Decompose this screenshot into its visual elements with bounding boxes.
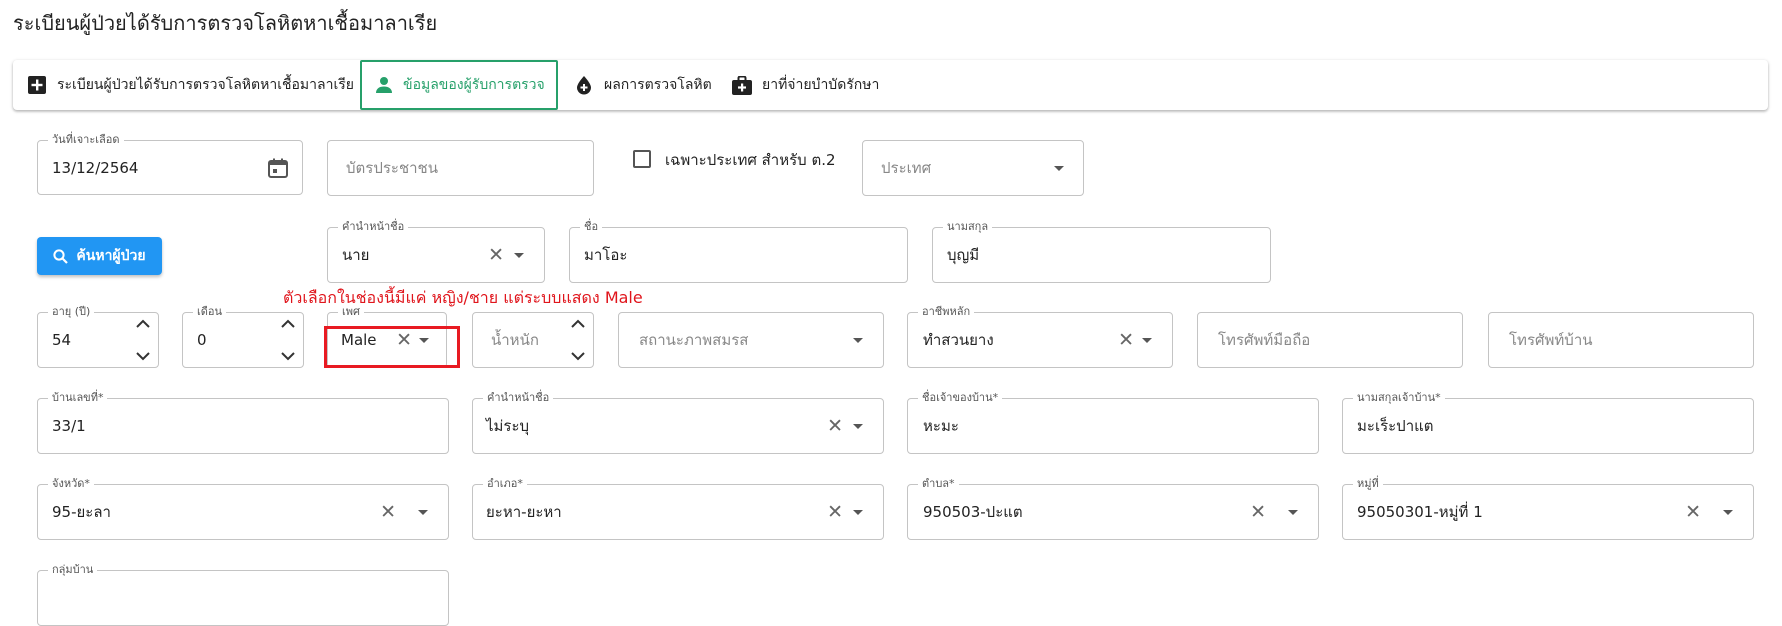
field-value: ทำสวนยาง	[923, 331, 994, 349]
field-value: 95-ยะลา	[52, 503, 111, 521]
chevron-down-icon	[281, 352, 295, 361]
field-value: นาย	[342, 246, 370, 264]
chevron-down-icon	[418, 510, 428, 515]
field-placeholder: ประเทศ	[881, 159, 932, 177]
plus-box-icon	[27, 75, 47, 95]
age-months-stepper[interactable]: เดือน 0	[182, 305, 304, 368]
village-select[interactable]: หมู่ที่ 95050301-หมู่ที่ 1 ✕	[1342, 477, 1754, 540]
chevron-down-icon	[853, 424, 863, 429]
clear-icon[interactable]: ✕	[488, 244, 504, 266]
country-select[interactable]: ประเทศ	[862, 140, 1084, 196]
field-placeholder: สถานะภาพสมรส	[639, 331, 749, 349]
tab-label: ระเบียนผู้ป่วยได้รับการตรวจโลหิตหาเชื้อม…	[57, 77, 354, 93]
tab-patient-info[interactable]: ข้อมูลของผู้รับการตรวจ	[360, 60, 558, 110]
district-select[interactable]: อำเภอ* ยะหา-ยะหา ✕	[472, 477, 884, 540]
blood-drop-icon	[574, 75, 594, 95]
field-value: 54	[52, 331, 72, 349]
stepper-controls[interactable]	[571, 319, 585, 361]
house-number-input[interactable]: บ้านเลขที่* 33/1	[37, 391, 449, 454]
tab-label: ข้อมูลของผู้รับการตรวจ	[403, 77, 545, 93]
chevron-down-icon	[1054, 166, 1064, 171]
occupation-select[interactable]: อาชีพหลัก ทำสวนยาง ✕	[907, 305, 1173, 368]
chevron-down-icon	[1142, 338, 1152, 343]
medical-bag-icon	[732, 75, 752, 95]
chevron-up-icon	[571, 319, 585, 328]
house-group-select[interactable]: กลุ่มบ้าน	[37, 563, 449, 626]
field-placeholder: น้ำหนัก	[491, 331, 539, 349]
field-value: มะเร็ะปาแต	[1357, 417, 1434, 435]
owner-first-name-input[interactable]: ชื่อเจ้าของบ้าน* หะมะ	[907, 391, 1319, 454]
clear-icon[interactable]: ✕	[1250, 501, 1266, 523]
chevron-up-icon	[281, 319, 295, 328]
field-placeholder: บัตรประชาชน	[346, 159, 438, 177]
chevron-down-icon	[136, 352, 150, 361]
chevron-down-icon	[1288, 510, 1298, 515]
weight-stepper[interactable]: น้ำหนัก	[472, 312, 594, 368]
calendar-icon[interactable]	[268, 158, 288, 182]
chevron-down-icon	[514, 253, 524, 258]
marital-status-select[interactable]: สถานะภาพสมรส	[618, 312, 884, 368]
owner-last-name-input[interactable]: นามสกุลเจ้าบ้าน* มะเร็ะปาแต	[1342, 391, 1754, 454]
field-value: ยะหา-ยะหา	[486, 503, 562, 521]
home-phone-input[interactable]: โทรศัพท์บ้าน	[1488, 312, 1754, 368]
tab-blood-result[interactable]: ผลการตรวจโลหิต	[574, 60, 712, 110]
field-value: หะมะ	[923, 417, 959, 435]
person-icon	[375, 75, 393, 95]
foreign-only-checkbox[interactable]	[633, 150, 651, 168]
tab-malaria-record[interactable]: ระเบียนผู้ป่วยได้รับการตรวจโลหิตหาเชื้อม…	[27, 60, 354, 110]
field-value: 0	[197, 331, 207, 349]
field-value: ไม่ระบุ	[486, 417, 530, 435]
error-highlight-box	[324, 326, 460, 368]
chevron-down-icon	[1723, 510, 1733, 515]
citizen-id-input[interactable]: บัตรประชาชน	[327, 140, 594, 196]
age-years-stepper[interactable]: อายุ (ปี) 54	[37, 305, 159, 368]
tab-label: ยาที่จ่ายบำบัดรักษา	[762, 77, 880, 93]
clear-icon[interactable]: ✕	[380, 501, 396, 523]
field-value: 95050301-หมู่ที่ 1	[1357, 503, 1483, 521]
owner-prefix-select[interactable]: คำนำหน้าชื่อ ไม่ระบุ ✕	[472, 391, 884, 454]
last-name-input[interactable]: นามสกุล บุญมี	[932, 220, 1271, 283]
tab-bar: ระเบียนผู้ป่วยได้รับการตรวจโลหิตหาเชื้อม…	[13, 60, 1768, 110]
first-name-input[interactable]: ชื่อ มาโอะ	[569, 220, 908, 283]
tab-label: ผลการตรวจโลหิต	[604, 77, 712, 93]
field-value: 33/1	[52, 417, 86, 435]
chevron-down-icon	[853, 510, 863, 515]
chevron-up-icon	[136, 319, 150, 328]
field-placeholder: โทรศัพท์บ้าน	[1509, 331, 1593, 349]
page-title: ระเบียนผู้ป่วยได้รับการตรวจโลหิตหาเชื้อม…	[13, 11, 438, 35]
mobile-phone-input[interactable]: โทรศัพท์มือถือ	[1197, 312, 1463, 368]
tab-medication[interactable]: ยาที่จ่ายบำบัดรักษา	[732, 60, 879, 110]
button-label: ค้นหาผู้ป่วย	[76, 248, 146, 264]
field-placeholder: โทรศัพท์มือถือ	[1218, 331, 1311, 349]
field-label: กลุ่มบ้าน	[48, 563, 98, 577]
field-value: บุญมี	[947, 246, 980, 264]
clear-icon[interactable]: ✕	[827, 501, 843, 523]
clear-icon[interactable]: ✕	[1118, 329, 1134, 351]
field-value: 13/12/2564	[52, 158, 139, 177]
field-value: 950503-ปะแต	[923, 503, 1023, 521]
clear-icon[interactable]: ✕	[1685, 501, 1701, 523]
field-value: มาโอะ	[584, 246, 628, 264]
chevron-down-icon	[853, 338, 863, 343]
stepper-controls[interactable]	[136, 319, 150, 361]
draw-date-field[interactable]: วันที่เจาะเลือด 13/12/2564	[37, 133, 303, 195]
clear-icon[interactable]: ✕	[827, 415, 843, 437]
chevron-down-icon	[571, 352, 585, 361]
foreign-only-label: เฉพาะประเทศ สำหรับ ต.2	[665, 151, 836, 169]
error-annotation: ตัวเลือกในช่องนี้มีแค่ หญิง/ชาย แต่ระบบแ…	[283, 288, 643, 307]
stepper-controls[interactable]	[281, 319, 295, 361]
search-patient-button[interactable]: ค้นหาผู้ป่วย	[37, 237, 162, 275]
province-select[interactable]: จังหวัด* 95-ยะลา ✕	[37, 477, 449, 540]
prefix-select[interactable]: คำนำหน้าชื่อ นาย ✕	[327, 220, 545, 283]
search-icon	[53, 248, 69, 264]
subdistrict-select[interactable]: ตำบล* 950503-ปะแต ✕	[907, 477, 1319, 540]
